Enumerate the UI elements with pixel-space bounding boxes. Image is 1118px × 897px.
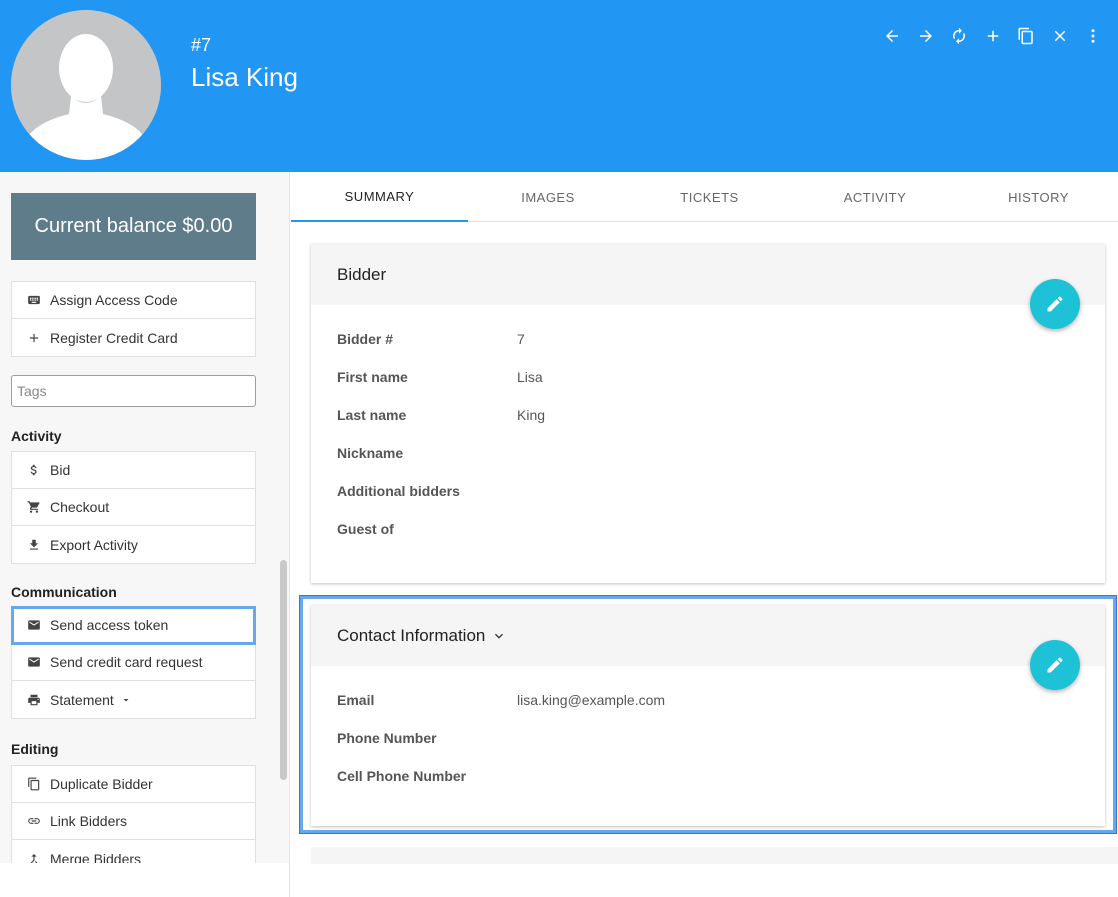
field-email: Email lisa.king@example.com xyxy=(337,692,665,708)
more-vert-icon[interactable] xyxy=(1077,24,1111,48)
send-access-token-button[interactable]: Send access token xyxy=(11,606,256,645)
bidder-card-title-text: Bidder xyxy=(337,264,387,284)
assign-access-code-label: Assign Access Code xyxy=(50,292,178,308)
statement-dropdown-button[interactable]: Statement xyxy=(12,681,255,718)
field-additional-bidders: Additional bidders xyxy=(337,483,517,499)
field-label: Nickname xyxy=(337,445,404,461)
field-label: Guest of xyxy=(337,521,394,537)
field-label: Phone Number xyxy=(337,730,437,746)
header: #7 Lisa King xyxy=(0,0,1118,172)
field-first-name: First name Lisa xyxy=(337,369,543,385)
field-value: lisa.king@example.com xyxy=(517,692,666,708)
field-label: Email xyxy=(337,692,375,708)
tab-tickets[interactable]: TICKETS xyxy=(628,172,791,222)
duplicate-bidder-label: Duplicate Bidder xyxy=(50,776,153,792)
pencil-icon xyxy=(1047,296,1063,312)
link-bidders-button[interactable]: Link Bidders xyxy=(12,803,255,840)
add-icon[interactable] xyxy=(976,24,1010,48)
tab-summary[interactable]: SUMMARY xyxy=(291,172,468,222)
contact-card-title[interactable]: Contact Information xyxy=(311,605,1105,666)
bid-label: Bid xyxy=(50,462,71,478)
send-access-token-label: Send access token xyxy=(50,617,169,633)
main-content: Bidder Bidder # 7 First name Lisa Last nam… xyxy=(291,223,1118,897)
checkout-button[interactable]: Checkout xyxy=(12,489,255,526)
field-cell-phone-number: Cell Phone Number xyxy=(337,768,517,784)
duplicate-bidder-button[interactable]: Duplicate Bidder xyxy=(12,766,255,803)
field-bidder-number: Bidder # 7 xyxy=(337,331,525,347)
communication-section-title: Communication xyxy=(11,584,117,600)
current-balance: Current balance $0.00 xyxy=(11,193,256,260)
communication-actions: Send access token Send credit card reque… xyxy=(11,606,256,719)
field-value: Lisa xyxy=(517,369,543,385)
mail-icon xyxy=(26,617,42,633)
field-value: King xyxy=(517,407,546,423)
sidebar-scrollbar[interactable] xyxy=(280,560,287,780)
assign-access-code-button[interactable]: Assign Access Code xyxy=(12,282,255,319)
field-last-name: Last name King xyxy=(337,407,545,423)
printer-icon xyxy=(26,692,42,708)
send-credit-card-request-label: Send credit card request xyxy=(50,654,203,670)
header-toolbar xyxy=(876,24,1111,48)
copy-icon[interactable] xyxy=(1010,24,1044,48)
field-guest-of: Guest of xyxy=(337,521,517,537)
contact-card-title-text: Contact Information xyxy=(337,625,486,645)
field-nickname: Nickname xyxy=(337,445,517,461)
forward-arrow-icon[interactable] xyxy=(909,24,943,48)
tab-bar: SUMMARY IMAGES TICKETS ACTIVITY HISTORY xyxy=(291,172,1118,222)
editing-section-title: Editing xyxy=(11,741,59,757)
edit-bidder-button[interactable] xyxy=(1030,279,1080,329)
field-label: Last name xyxy=(337,407,407,423)
export-activity-button[interactable]: Export Activity xyxy=(12,526,255,563)
edit-contact-button[interactable] xyxy=(1030,640,1080,690)
field-label: Cell Phone Number xyxy=(337,768,467,784)
sidebar: Current balance $0.00 Assign Access Code… xyxy=(0,172,290,897)
download-icon xyxy=(26,537,42,553)
tab-activity[interactable]: ACTIVITY xyxy=(791,172,959,222)
dollar-icon xyxy=(26,462,42,478)
tags-input[interactable]: Tags xyxy=(11,375,256,407)
tab-history[interactable]: HISTORY xyxy=(959,172,1118,222)
send-credit-card-request-button[interactable]: Send credit card request xyxy=(12,644,255,681)
field-label: Bidder # xyxy=(337,331,394,347)
activity-actions: Bid Checkout Export Activity xyxy=(11,451,256,564)
field-label: First name xyxy=(337,369,408,385)
person-silhouette-icon xyxy=(11,10,161,160)
refresh-icon[interactable] xyxy=(943,24,977,48)
copy-icon xyxy=(26,776,42,792)
editing-actions: Duplicate Bidder Link Bidders Merge Bidd… xyxy=(11,765,256,878)
top-actions: Assign Access Code Register Credit Card xyxy=(11,281,256,357)
checkout-label: Checkout xyxy=(50,499,110,515)
bidder-card-title: Bidder xyxy=(311,244,1105,305)
cart-icon xyxy=(26,499,42,515)
register-credit-card-label: Register Credit Card xyxy=(50,329,178,346)
close-icon[interactable] xyxy=(1043,24,1077,48)
mail-icon xyxy=(26,654,42,670)
field-label: Additional bidders xyxy=(337,483,460,499)
chevron-down-icon xyxy=(120,694,132,706)
tab-images[interactable]: IMAGES xyxy=(468,172,628,222)
export-activity-label: Export Activity xyxy=(50,536,138,553)
activity-section-title: Activity xyxy=(11,428,62,444)
link-icon xyxy=(26,813,42,829)
torn-bottom-edge xyxy=(291,864,1118,897)
keyboard-icon xyxy=(26,292,42,308)
pencil-icon xyxy=(1047,657,1063,673)
bid-button[interactable]: Bid xyxy=(12,452,255,489)
field-phone-number: Phone Number xyxy=(337,730,517,746)
avatar xyxy=(11,10,161,160)
bidder-number: #7 xyxy=(191,35,212,55)
plus-icon xyxy=(26,330,42,346)
contact-card: Contact Information Email lisa.king@examp… xyxy=(311,605,1105,826)
bidder-name: Lisa King xyxy=(191,62,298,92)
field-value: 7 xyxy=(517,331,525,347)
link-bidders-label: Link Bidders xyxy=(50,813,128,829)
sidebar-bottom-edge xyxy=(0,863,289,897)
back-arrow-icon[interactable] xyxy=(876,24,910,48)
statement-label: Statement xyxy=(50,691,114,708)
register-credit-card-button[interactable]: Register Credit Card xyxy=(12,319,255,356)
bidder-card: Bidder Bidder # 7 First name Lisa Last nam… xyxy=(311,244,1105,583)
chevron-down-icon[interactable] xyxy=(491,628,507,644)
